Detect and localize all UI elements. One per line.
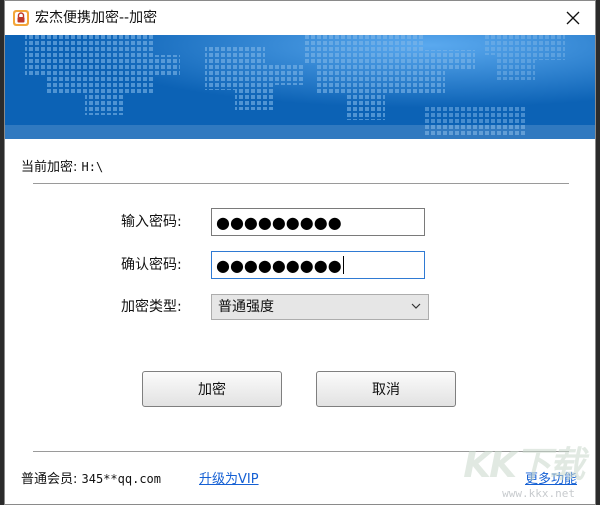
encrypt-type-select[interactable]: 普通强度 — [211, 294, 429, 320]
confirm-password-value: ●●●●●●●●● — [216, 255, 342, 275]
more-features-link[interactable]: 更多功能 — [525, 468, 577, 487]
current-target-path: H:\ — [81, 160, 104, 174]
chevron-down-icon — [411, 303, 421, 309]
close-button[interactable] — [553, 1, 593, 35]
current-target-label: 当前加密: — [21, 160, 78, 175]
current-target: 当前加密: H:\ — [21, 156, 103, 175]
divider — [33, 183, 569, 184]
password-value: ●●●●●●●●● — [216, 212, 342, 232]
window-title: 宏杰便携加密--加密 — [35, 10, 158, 26]
password-label: 输入密码: — [121, 214, 182, 230]
cancel-button[interactable]: 取消 — [316, 371, 456, 407]
header-banner — [5, 35, 595, 139]
confirm-password-input[interactable]: ●●●●●●●●● — [211, 251, 425, 279]
lock-icon — [11, 8, 31, 28]
member-info: 普通会员: 345**qq.com — [21, 468, 161, 487]
divider — [33, 451, 569, 452]
upgrade-vip-link[interactable]: 升级为VIP — [199, 468, 259, 487]
title-bar: 宏杰便携加密--加密 — [5, 1, 595, 35]
account-text: 345**qq.com — [81, 472, 162, 486]
confirm-password-label: 确认密码: — [121, 257, 182, 273]
password-input[interactable]: ●●●●●●●●● — [211, 208, 425, 236]
text-caret — [342, 256, 344, 274]
watermark-url: www.kkx.net — [502, 487, 575, 500]
member-level-label: 普通会员: — [21, 472, 78, 487]
encrypt-type-label: 加密类型: — [121, 299, 182, 315]
encrypt-button[interactable]: 加密 — [142, 371, 282, 407]
encrypt-type-value: 普通强度 — [218, 299, 274, 315]
close-icon — [566, 11, 580, 25]
encrypt-dialog: 宏杰便携加密--加密 当前加密: H:\ 输入密码: ●●●●●●●●● 确认密… — [4, 0, 596, 505]
